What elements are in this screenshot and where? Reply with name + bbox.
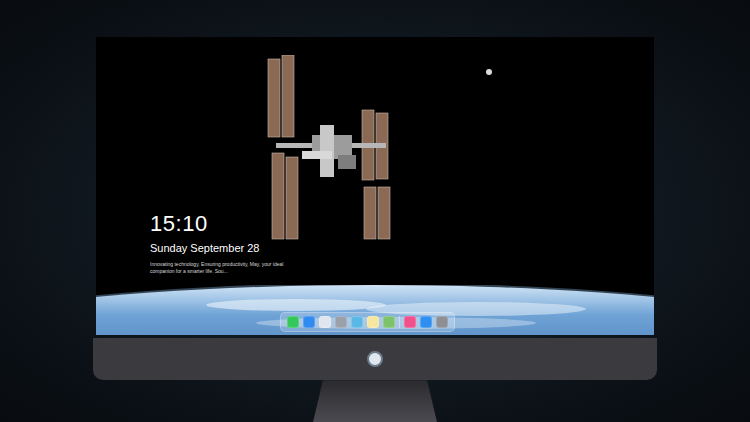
dock-app-icon[interactable] bbox=[404, 316, 416, 328]
dock bbox=[280, 312, 455, 332]
monitor-stand bbox=[313, 380, 437, 422]
logo-icon bbox=[367, 351, 383, 367]
dock-app-icon[interactable] bbox=[367, 316, 379, 328]
dock-app-icon[interactable] bbox=[351, 316, 363, 328]
space-station-icon bbox=[262, 55, 412, 245]
dock-app-icon[interactable] bbox=[287, 316, 299, 328]
lock-screen-info: 15:10 Sunday September 28 Innovating techn… bbox=[150, 211, 300, 275]
dock-app-icon[interactable] bbox=[303, 316, 315, 328]
clock-time: 15:10 bbox=[150, 211, 300, 237]
monitor-chin bbox=[93, 338, 657, 380]
dock-app-icon[interactable] bbox=[436, 316, 448, 328]
clock-date: Sunday September 28 bbox=[150, 241, 300, 255]
dock-app-icon[interactable] bbox=[383, 316, 395, 328]
monitor-screen: 15:10 Sunday September 28 Innovating techn… bbox=[96, 37, 654, 335]
dock-divider bbox=[399, 316, 400, 328]
page: 15:10 Sunday September 28 Innovating techn… bbox=[0, 0, 750, 422]
dock-app-icon[interactable] bbox=[319, 316, 331, 328]
moon-icon bbox=[486, 69, 492, 75]
dock-app-icon[interactable] bbox=[420, 316, 432, 328]
tagline: Innovating technology, Ensuring producti… bbox=[150, 261, 300, 275]
dock-app-icon[interactable] bbox=[335, 316, 347, 328]
